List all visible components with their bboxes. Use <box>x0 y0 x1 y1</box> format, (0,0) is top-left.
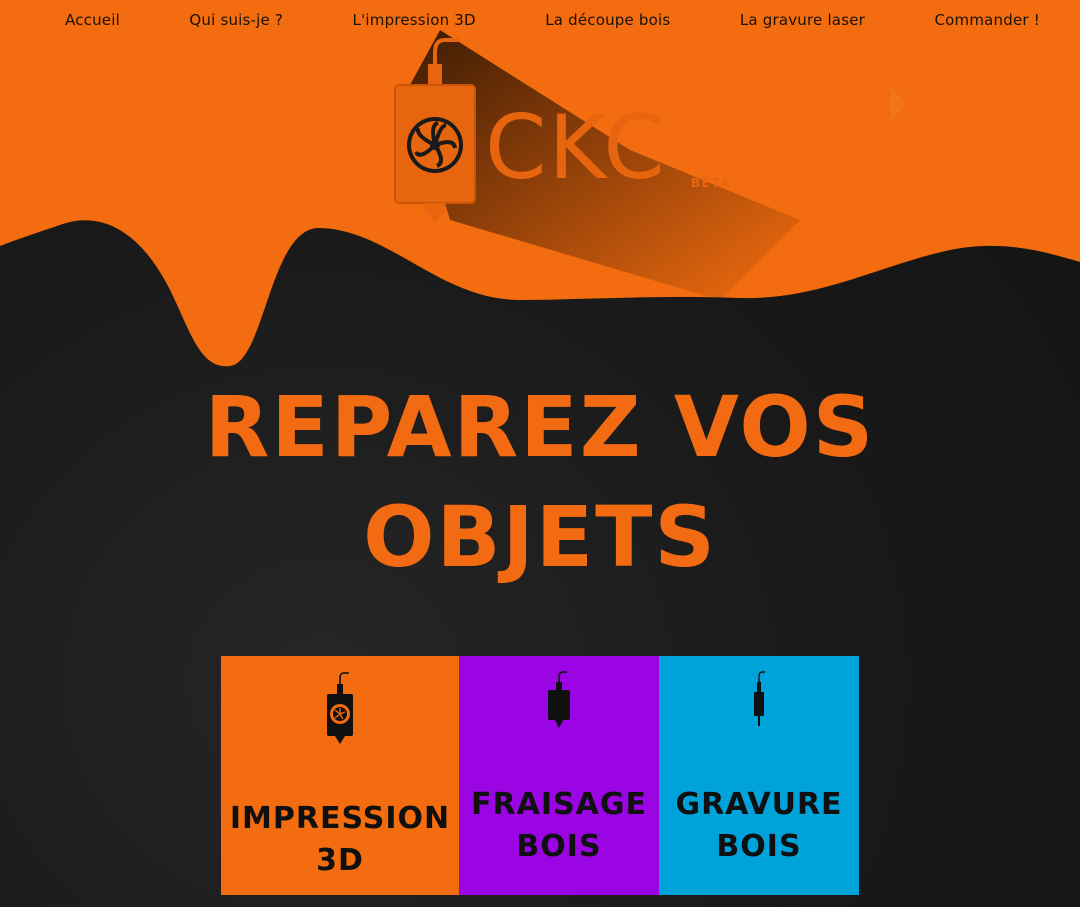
card-gravure-bois[interactable]: GRAVURE BOIS <box>659 656 859 895</box>
nav-item-qui-suis-je[interactable]: Qui suis-je ? <box>189 11 283 29</box>
service-cards: IMPRESSION 3D FRAISAGE BOIS GRAVURE BOIS <box>221 656 859 895</box>
card-impression-3d[interactable]: IMPRESSION 3D <box>221 656 459 895</box>
3d-printer-head-icon <box>394 84 476 223</box>
card-fraisage-bois[interactable]: FRAISAGE BOIS <box>459 656 659 895</box>
card-label-line-1: IMPRESSION <box>229 801 451 836</box>
main-navigation: Accueil Qui suis-je ? L'impression 3D La… <box>0 0 1080 40</box>
card-label: IMPRESSION 3D <box>221 798 459 882</box>
logo-text: CKC <box>485 96 667 199</box>
nav-item-commander[interactable]: Commander ! <box>934 11 1039 29</box>
hero-title-line-2: OBJETS <box>363 488 717 586</box>
nav-item-impression-3d[interactable]: L'impression 3D <box>353 11 476 29</box>
logo-badge: BÊTA <box>691 175 731 190</box>
nav-item-accueil[interactable]: Accueil <box>65 11 120 29</box>
card-label-line-2: BOIS <box>516 829 602 864</box>
card-label: GRAVURE BOIS <box>659 784 859 868</box>
card-label-line-2: BOIS <box>716 829 802 864</box>
laser-head-icon <box>754 671 765 726</box>
card-label-line-1: GRAVURE <box>675 787 843 822</box>
carousel-arrow-icon[interactable] <box>888 84 910 124</box>
card-label-line-1: FRAISAGE <box>471 787 647 822</box>
hero-title: REPAREZ VOS OBJETS <box>0 372 1080 592</box>
nav-item-gravure-laser[interactable]: La gravure laser <box>740 11 865 29</box>
ckc-logo[interactable]: CKC BÊTA <box>380 30 820 310</box>
nav-item-decoupe-bois[interactable]: La découpe bois <box>545 11 670 29</box>
hero-title-line-1: REPAREZ VOS <box>204 378 876 476</box>
printer-head-icon <box>327 672 353 744</box>
milling-head-icon <box>548 671 570 728</box>
card-label-line-2: 3D <box>316 843 364 878</box>
card-label: FRAISAGE BOIS <box>459 784 659 868</box>
